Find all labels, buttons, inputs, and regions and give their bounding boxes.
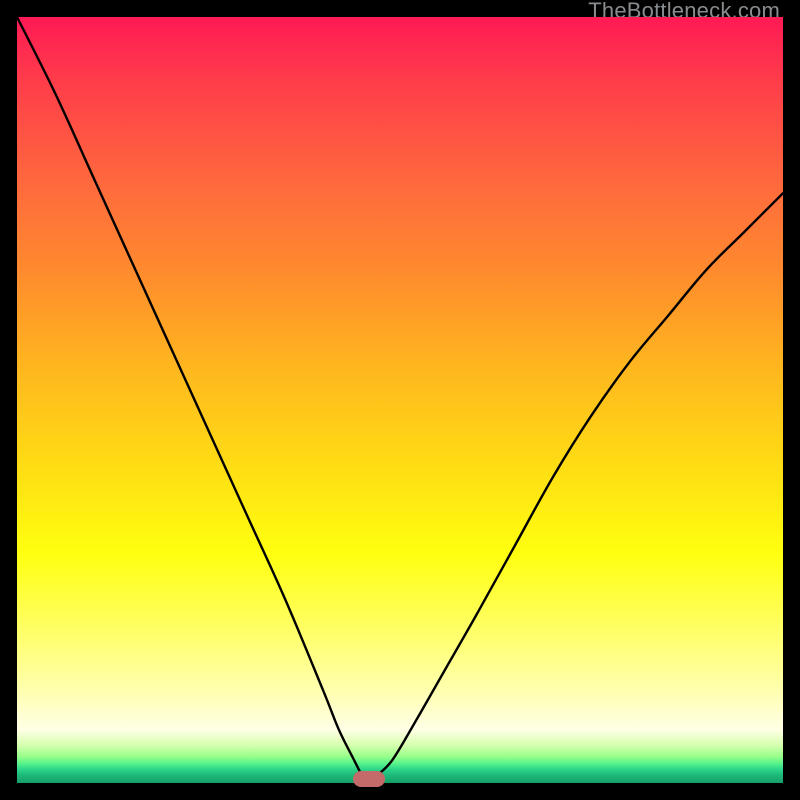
chart-stage: TheBottleneck.com [0,0,800,800]
chart-plot-area [17,17,783,783]
bottleneck-curve [17,17,783,783]
curve-right-branch [377,193,783,775]
minimum-marker [353,771,385,787]
curve-left-branch [17,17,362,775]
